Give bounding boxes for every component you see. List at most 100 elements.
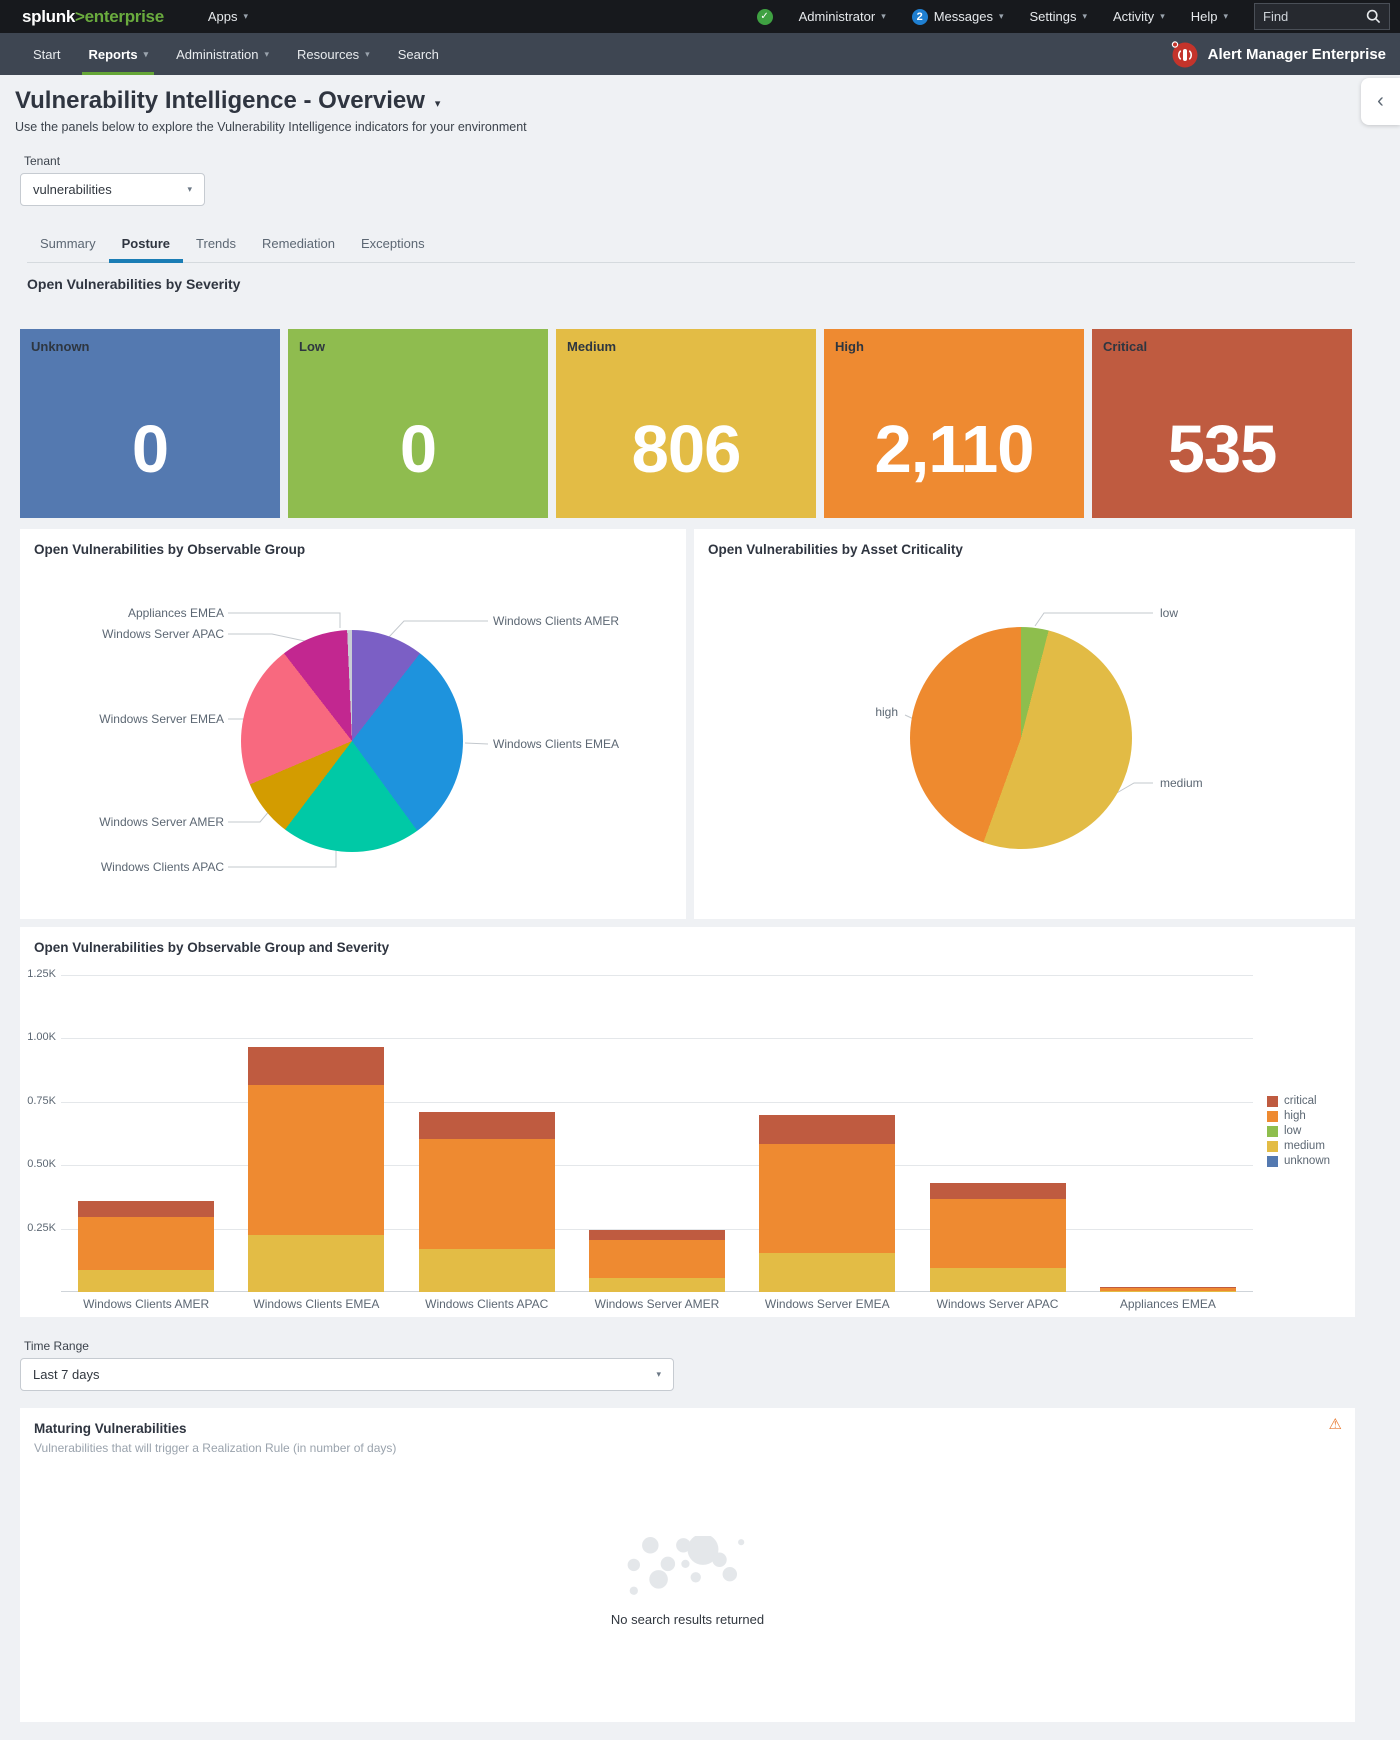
bubble-cluster-graphic [627, 1536, 744, 1595]
status-check-icon: ✓ [756, 8, 773, 25]
collapse-panel-button[interactable]: ‹ [1361, 78, 1400, 125]
bar-critical[interactable] [589, 1229, 725, 1241]
kpi-tile-high[interactable]: High 2,110 [824, 329, 1084, 518]
bar-critical[interactable] [929, 1182, 1066, 1200]
y-axis-tick: 0.75K [27, 1094, 56, 1107]
tab-trends[interactable]: Trends [183, 230, 249, 262]
gridline [61, 975, 1253, 976]
splunk-logo-product: enterprise [84, 6, 165, 26]
bar-medium[interactable] [418, 1248, 555, 1292]
nav-resources[interactable]: Resources ▾ [283, 33, 384, 75]
chevron-down-icon: ▾ [365, 48, 370, 59]
asset-criticality-pie-panel: Open Vulnerabilities by Asset Criticalit… [694, 529, 1355, 919]
tenant-dropdown[interactable]: vulnerabilities ▾ [20, 173, 205, 206]
bar-high[interactable] [589, 1240, 725, 1279]
splunk-logo-gt: > [75, 6, 85, 26]
time-range-value: Last 7 days [33, 1367, 100, 1382]
pie-label-medium: medium [1160, 776, 1203, 790]
group-severity-bar-panel: Open Vulnerabilities by Observable Group… [20, 927, 1355, 1317]
time-range-label: Time Range [24, 1339, 89, 1353]
legend-item[interactable]: high [1267, 1110, 1330, 1122]
splunk-top-bar: splunk>enterprise Apps ▾ ✓ Administrator ▾… [0, 0, 1400, 33]
bar-high[interactable] [929, 1199, 1066, 1268]
time-range-dropdown[interactable]: Last 7 days ▾ [20, 1358, 674, 1391]
bar-plot[interactable]: 1.25K 1.00K 0.75K 0.50K 0.25K Windows Clients… [27, 968, 1253, 1311]
settings-menu[interactable]: Settings ▾ [1030, 9, 1088, 24]
chevron-down-icon: ▾ [1160, 11, 1165, 21]
nav-search[interactable]: Search [384, 33, 453, 75]
help-menu[interactable]: Help ▾ [1191, 9, 1228, 24]
kpi-tile-unknown[interactable]: Unknown 0 [20, 329, 280, 518]
activity-menu[interactable]: Activity ▾ [1113, 9, 1165, 24]
observable-group-pie[interactable] [241, 630, 463, 852]
bar-high[interactable] [759, 1143, 896, 1253]
legend-name: unknown [1284, 1155, 1331, 1167]
settings-label: Settings [1029, 9, 1077, 24]
kpi-label: High [835, 339, 864, 354]
warning-icon[interactable]: ⚠ [1329, 1415, 1342, 1433]
legend-item[interactable]: low [1267, 1125, 1330, 1137]
nav-start[interactable]: Start [19, 33, 74, 75]
tab-posture[interactable]: Posture [108, 230, 184, 263]
kpi-value: 535 [1167, 412, 1278, 487]
splunk-logo-text: splunk [22, 6, 75, 26]
bar-critical[interactable] [418, 1111, 555, 1139]
bar-critical[interactable] [248, 1047, 385, 1086]
activity-label: Activity [1113, 9, 1155, 24]
title-caret-icon[interactable]: ▾ [435, 97, 441, 110]
nav-reports[interactable]: Reports ▾ [74, 33, 162, 75]
apps-menu[interactable]: Apps ▾ [208, 9, 248, 24]
nav-resources-label: Resources [297, 46, 360, 62]
tab-exceptions[interactable]: Exceptions [348, 230, 438, 262]
kpi-tile-medium[interactable]: Medium 806 [556, 329, 816, 518]
bar-high[interactable] [78, 1217, 215, 1271]
find-search-box[interactable] [1254, 3, 1390, 30]
administrator-menu[interactable]: Administrator ▾ [799, 9, 886, 24]
asset-criticality-pie[interactable] [910, 627, 1132, 849]
bar-medium[interactable] [248, 1234, 385, 1292]
bar-high[interactable] [1099, 1288, 1236, 1291]
bar-critical[interactable] [1099, 1286, 1236, 1289]
pie-label-appliances-emea: Appliances EMEA [127, 606, 224, 620]
bar-medium[interactable] [78, 1270, 215, 1292]
kpi-label: Critical [1103, 339, 1148, 354]
bar-medium[interactable] [759, 1252, 896, 1292]
chevron-down-icon: ▾ [187, 184, 192, 194]
bar-high[interactable] [418, 1138, 555, 1249]
kpi-label: Unknown [31, 339, 90, 354]
pie-label-high: high [875, 705, 898, 719]
pie-label-windows-server-emea: Windows Server EMEA [99, 712, 224, 726]
nav-administration[interactable]: Administration ▾ [162, 33, 283, 75]
legend-item[interactable]: unknown [1267, 1155, 1330, 1167]
search-icon[interactable] [1366, 9, 1381, 24]
app-nav-bar: Start Reports ▾ Administration ▾ Resources… [0, 33, 1400, 75]
bar-critical[interactable] [78, 1200, 215, 1218]
x-axis-label: Windows Server EMEA [764, 1297, 890, 1311]
tab-remediation[interactable]: Remediation [249, 230, 348, 262]
kpi-tile-low[interactable]: Low 0 [288, 329, 548, 518]
nav-reports-label: Reports [88, 46, 138, 62]
x-axis-label: Appliances EMEA [1119, 1297, 1216, 1311]
legend-item[interactable]: medium [1267, 1140, 1330, 1152]
legend-item[interactable]: critical [1267, 1095, 1330, 1107]
chevron-down-icon: ▾ [1223, 11, 1228, 21]
kpi-tile-critical[interactable]: Critical 535 [1092, 329, 1352, 518]
page-subtitle: Use the panels below to explore the Vuln… [15, 120, 527, 134]
bar-medium[interactable] [589, 1278, 725, 1292]
kpi-value: 0 [131, 412, 169, 487]
bar-high[interactable] [248, 1085, 385, 1235]
gridline [61, 1038, 1253, 1040]
legend-swatch [1267, 1125, 1278, 1137]
messages-menu[interactable]: 2 Messages ▾ [911, 8, 1004, 25]
find-search-input[interactable] [1263, 9, 1366, 24]
bar-medium[interactable] [1099, 1290, 1236, 1292]
bar-medium[interactable] [929, 1267, 1066, 1292]
legend-swatch [1267, 1140, 1278, 1152]
splunk-logo[interactable]: splunk>enterprise [22, 7, 164, 27]
tab-summary[interactable]: Summary [27, 230, 109, 262]
y-axis-tick: 1.00K [27, 1031, 56, 1044]
bar-critical[interactable] [759, 1114, 896, 1144]
kpi-value: 2,110 [874, 412, 1035, 487]
y-axis-tick: 0.25K [27, 1221, 56, 1234]
legend-swatch [1267, 1155, 1278, 1167]
